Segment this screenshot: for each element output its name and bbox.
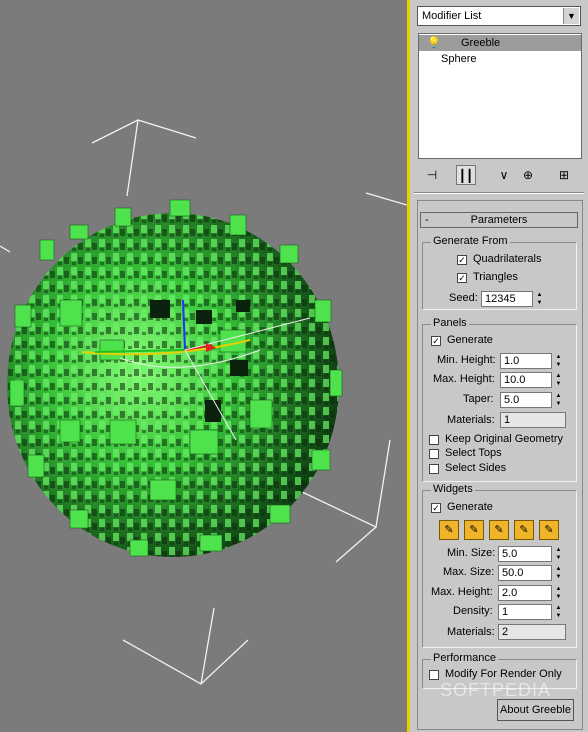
widget-materials-field[interactable]: 2 [498, 624, 566, 640]
checkbox-label: Generate [447, 501, 493, 513]
show-end-result-icon[interactable]: ┃┃ [456, 165, 476, 185]
taper-label: Taper: [463, 393, 494, 405]
stack-item-sphere[interactable]: Sphere [419, 51, 581, 67]
parameters-rollout-header[interactable]: - Parameters [420, 212, 578, 228]
widgets-group: Widgets ✓ Generate ✎ ✎ ✎ ✎ ✎ Min. Size: … [422, 483, 577, 648]
stack-item-greeble[interactable]: 💡 Greeble [419, 35, 581, 51]
panels-materials-field[interactable]: 1 [500, 412, 566, 428]
keep-original-geometry-checkbox[interactable] [429, 435, 439, 445]
density-spinner[interactable]: 1 ▲ ▼ [498, 604, 561, 620]
stack-toolbar: ⊣ ┃┃ ∨ ⊕ ⊞ [418, 163, 582, 187]
select-tops-checkbox[interactable] [429, 449, 439, 459]
max-height-label: Max. Height: [433, 373, 495, 385]
seed-label: Seed: [449, 292, 478, 304]
field-value: 1 [504, 414, 511, 426]
select-sides-checkbox[interactable] [429, 464, 439, 474]
min-size-spinner[interactable]: 5.0 ▲ ▼ [498, 546, 561, 562]
checkbox-label: Quadrilaterals [473, 253, 542, 265]
quadrilaterals-checkbox[interactable]: ✓ [457, 255, 467, 265]
max-height-spinner[interactable]: 10.0 ▲ ▼ [500, 372, 561, 388]
group-title: Panels [431, 317, 469, 329]
spinner-arrows-icon[interactable]: ▲ ▼ [553, 372, 564, 388]
chevron-down-icon[interactable]: ▼ [563, 8, 579, 24]
spinner-value: 12345 [485, 293, 516, 305]
spinner-arrows-icon[interactable]: ▲ ▼ [553, 604, 564, 620]
spinner-arrows-icon[interactable]: ▲ ▼ [553, 585, 564, 601]
spinner-arrows-icon[interactable]: ▲ ▼ [553, 565, 564, 581]
widget-max-height-label: Max. Height: [431, 586, 493, 598]
group-title: Widgets [431, 483, 475, 495]
widget-type-2-icon[interactable]: ✎ [464, 520, 484, 540]
widget-type-buttons: ✎ ✎ ✎ ✎ ✎ [439, 520, 559, 540]
max-size-spinner[interactable]: 50.0 ▲ ▼ [498, 565, 561, 581]
spinner-value: 2.0 [502, 587, 518, 599]
spinner-arrows-icon[interactable]: ▲ ▼ [534, 291, 545, 307]
modifier-list-label: Modifier List [422, 10, 482, 22]
widget-type-5-icon[interactable]: ✎ [539, 520, 559, 540]
configure-modifier-sets-icon[interactable]: ⊞ [554, 165, 574, 185]
command-panel: Modifier List ▼ 💡 Greeble Sphere ⊣ ┃┃ ∨ … [410, 0, 588, 732]
widget-max-height-spinner[interactable]: 2.0 ▲ ▼ [498, 585, 561, 601]
rollout-title: Parameters [470, 214, 528, 226]
make-unique-icon[interactable]: ∨ [494, 165, 514, 185]
about-greeble-button[interactable]: About Greeble [497, 699, 574, 721]
pin-stack-icon[interactable]: ⊣ [422, 165, 442, 185]
modifier-list-dropdown[interactable]: Modifier List ▼ [417, 6, 581, 26]
widgets-generate-checkbox[interactable]: ✓ [431, 503, 441, 513]
taper-spinner[interactable]: 5.0 ▲ ▼ [500, 392, 561, 408]
seed-spinner[interactable]: 12345 ▲ ▼ [481, 291, 542, 307]
stack-item-label: Sphere [441, 53, 477, 65]
spinner-arrows-icon[interactable]: ▲ ▼ [553, 353, 564, 369]
triangles-checkbox[interactable]: ✓ [457, 273, 467, 283]
panels-group: Panels ✓ Generate Min. Height: 1.0 ▲ ▼ Ma… [422, 317, 577, 482]
spinner-arrows-icon[interactable]: ▲ ▼ [553, 392, 564, 408]
collapse-icon: - [425, 214, 429, 226]
density-label: Density: [453, 605, 493, 617]
remove-modifier-icon[interactable]: ⊕ [518, 165, 538, 185]
checkbox-label: Modify For Render Only [445, 668, 562, 680]
greeble-sphere [7, 199, 343, 557]
checkbox-label: Select Sides [445, 462, 507, 474]
divider [414, 192, 584, 194]
max-size-label: Max. Size: [443, 566, 495, 578]
light-bulb-icon[interactable]: 💡 [427, 35, 441, 51]
modify-for-render-only-checkbox[interactable] [429, 670, 439, 680]
spinner-value: 1 [502, 606, 509, 618]
panels-generate-checkbox[interactable]: ✓ [431, 336, 441, 346]
modifier-stack[interactable]: 💡 Greeble Sphere [418, 33, 582, 159]
watermark: SOFTPEDIA [440, 680, 552, 700]
widget-type-1-icon[interactable]: ✎ [439, 520, 459, 540]
spinner-value: 10.0 [504, 374, 526, 386]
perspective-viewport[interactable] [0, 0, 407, 732]
spinner-value: 5.0 [504, 394, 520, 406]
group-title: Performance [431, 652, 498, 664]
spinner-value: 50.0 [502, 567, 524, 579]
checkbox-label: Select Tops [445, 447, 502, 459]
min-height-spinner[interactable]: 1.0 ▲ ▼ [500, 353, 561, 369]
checkbox-label: Generate [447, 334, 493, 346]
field-value: 2 [502, 626, 509, 638]
min-size-label: Min. Size: [447, 547, 496, 559]
stack-item-label: Greeble [461, 37, 501, 49]
materials-label: Materials: [447, 414, 495, 426]
spinner-value: 1.0 [504, 355, 520, 367]
widget-type-3-icon[interactable]: ✎ [489, 520, 509, 540]
group-title: Generate From [431, 235, 510, 247]
widget-type-4-icon[interactable]: ✎ [514, 520, 534, 540]
generate-from-group: Generate From ✓ Quadrilaterals ✓ Triangl… [422, 235, 577, 310]
spinner-arrows-icon[interactable]: ▲ ▼ [553, 546, 564, 562]
checkbox-label: Keep Original Geometry [445, 433, 563, 445]
spinner-value: 5.0 [502, 548, 518, 560]
widget-materials-label: Materials: [447, 626, 495, 638]
min-height-label: Min. Height: [437, 354, 496, 366]
checkbox-label: Triangles [473, 271, 518, 283]
